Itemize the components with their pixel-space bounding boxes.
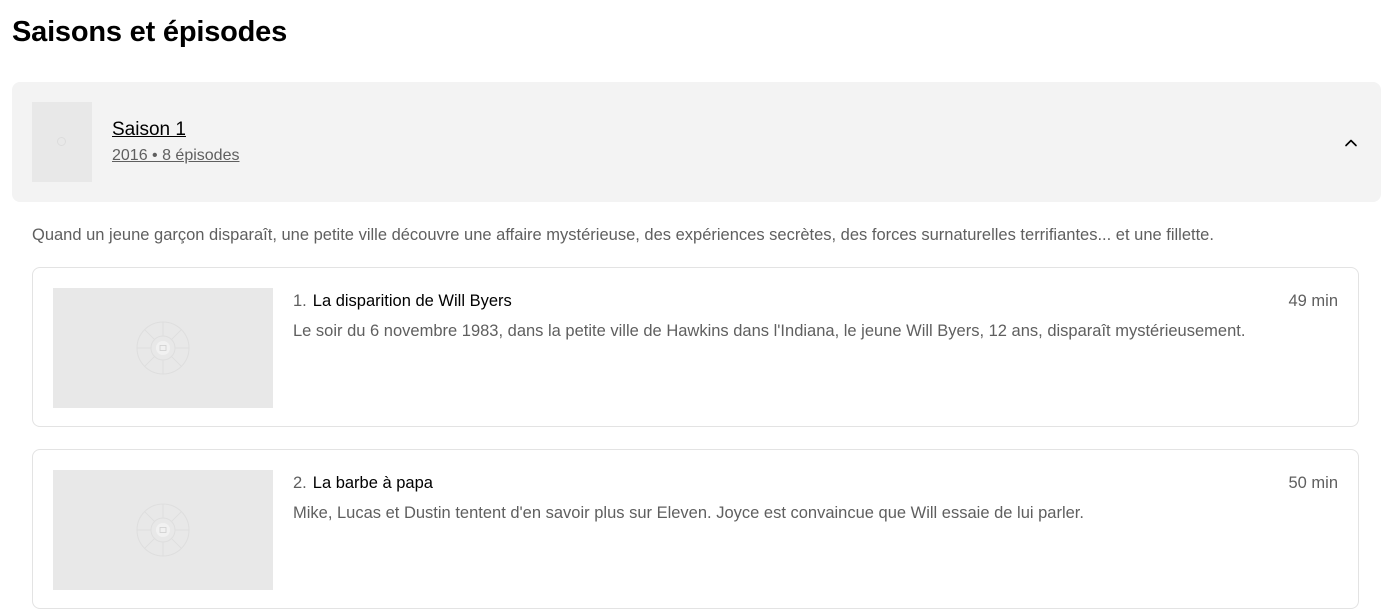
seasons-episodes-page: Saisons et épisodes Saison 1 2016 • 8 ép… [0, 0, 1392, 613]
season-1-accordion-header[interactable]: Saison 1 2016 • 8 épisodes [12, 82, 1381, 202]
image-placeholder-icon [136, 321, 190, 375]
episode-card[interactable]: 1. La disparition de Will Byers 49 min Le… [32, 267, 1359, 427]
season-meta-link[interactable]: 2016 • 8 épisodes [112, 146, 239, 166]
episode-title[interactable]: La barbe à papa [313, 474, 433, 492]
episode-number: 1. [293, 292, 307, 310]
episode-card[interactable]: 2. La barbe à papa 50 min Mike, Lucas et … [32, 449, 1359, 609]
episode-number: 2. [293, 474, 307, 492]
season-description: Quand un jeune garçon disparaît, une pet… [32, 226, 1214, 244]
episode-heading: 1. La disparition de Will Byers [293, 290, 512, 312]
page-title: Saisons et épisodes [12, 16, 288, 48]
episode-description: Le soir du 6 novembre 1983, dans la peti… [293, 322, 1246, 340]
episode-heading: 2. La barbe à papa [293, 472, 433, 494]
chevron-up-icon[interactable] [1342, 134, 1360, 152]
image-placeholder-icon [57, 137, 66, 146]
episode-duration: 49 min [1288, 292, 1338, 310]
episode-thumbnail [53, 470, 273, 590]
season-thumbnail [32, 102, 92, 182]
episode-title[interactable]: La disparition de Will Byers [313, 292, 512, 310]
episode-duration: 50 min [1288, 474, 1338, 492]
episode-thumbnail [53, 288, 273, 408]
season-title-link[interactable]: Saison 1 [112, 118, 186, 142]
image-placeholder-icon [136, 503, 190, 557]
episode-description: Mike, Lucas et Dustin tentent d'en savoi… [293, 504, 1084, 522]
